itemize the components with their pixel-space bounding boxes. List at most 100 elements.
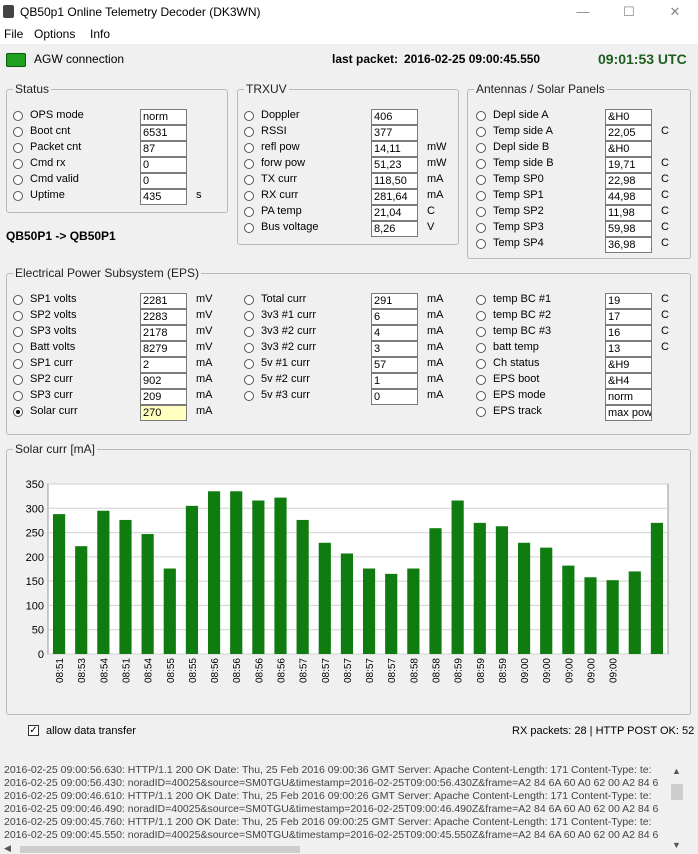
scroll-left-icon[interactable]: ◀: [4, 843, 11, 854]
scroll-thumb[interactable]: [671, 784, 683, 800]
radio-tx-curr[interactable]: [244, 175, 254, 185]
chart-bar: [97, 510, 110, 654]
close-button[interactable]: ✕: [652, 0, 698, 24]
eps-group: Electrical Power Subsystem (EPS) SP1 vol…: [6, 266, 691, 435]
radio-temp-side-a[interactable]: [476, 127, 486, 137]
radio-temp-sp4[interactable]: [476, 239, 486, 249]
radio-3v3-2-curr[interactable]: [244, 327, 254, 337]
vertical-scrollbar[interactable]: ▲ ▼: [668, 762, 686, 854]
field-label: Cmd valid: [30, 173, 79, 185]
field-value: 2281: [140, 293, 187, 309]
radio-sp3-volts[interactable]: [13, 327, 23, 337]
radio-depl-side-b[interactable]: [476, 143, 486, 153]
field-label: temp BC #3: [493, 325, 552, 337]
radio-cmd-rx[interactable]: [13, 159, 23, 169]
radio-batt-volts[interactable]: [13, 343, 23, 353]
radio-temp-sp3[interactable]: [476, 223, 486, 233]
radio-rssi[interactable]: [244, 127, 254, 137]
title-bar: QB50p1 Online Telemetry Decoder (DK3WN) …: [0, 0, 698, 24]
radio-sp3-curr[interactable]: [13, 391, 23, 401]
radio-temp-sp0[interactable]: [476, 175, 486, 185]
hscroll-thumb[interactable]: [20, 846, 300, 853]
y-tick-label: 0: [38, 649, 44, 661]
field-value: 209: [140, 389, 187, 405]
radio-sp1-curr[interactable]: [13, 359, 23, 369]
radio-temp-sp2[interactable]: [476, 207, 486, 217]
field-value: 8279: [140, 341, 187, 357]
horizontal-scrollbar[interactable]: ◀: [0, 843, 668, 854]
radio-eps-mode[interactable]: [476, 391, 486, 401]
field-label: RX curr: [261, 189, 299, 201]
scroll-up-icon[interactable]: ▲: [672, 766, 681, 776]
radio-doppler[interactable]: [244, 111, 254, 121]
radio-bus-voltage[interactable]: [244, 223, 254, 233]
field-value: 17: [605, 309, 652, 325]
menu-bar: File Options Info: [0, 24, 698, 44]
radio-ch-status[interactable]: [476, 359, 486, 369]
radio-temp-bc-2[interactable]: [476, 311, 486, 321]
radio-temp-bc-3[interactable]: [476, 327, 486, 337]
field-value: 1: [371, 373, 418, 389]
radio-cmd-valid[interactable]: [13, 175, 23, 185]
radio-sp2-volts[interactable]: [13, 311, 23, 321]
radio-temp-bc-1[interactable]: [476, 295, 486, 305]
menu-file[interactable]: File: [4, 27, 23, 41]
chart-bar: [517, 542, 531, 654]
radio-rx-curr[interactable]: [244, 191, 254, 201]
minimize-button[interactable]: —: [560, 0, 606, 24]
field-unit: mA: [196, 389, 213, 401]
radio-3v3-1-curr[interactable]: [244, 311, 254, 321]
field-label: PA temp: [261, 205, 302, 217]
allow-transfer-checkbox[interactable]: ✓: [28, 725, 39, 736]
field-unit: C: [661, 309, 669, 321]
radio-eps-boot[interactable]: [476, 375, 486, 385]
menu-info[interactable]: Info: [90, 27, 110, 41]
radio-5v-2-curr[interactable]: [244, 375, 254, 385]
x-tick-label: 08:58: [409, 658, 420, 683]
radio-uptime[interactable]: [13, 191, 23, 201]
radio-eps-track[interactable]: [476, 407, 486, 417]
chart-bar: [407, 568, 420, 654]
field-label: RSSI: [261, 125, 287, 137]
radio-sp1-volts[interactable]: [13, 295, 23, 305]
chart-bar: [230, 491, 243, 654]
radio-temp-side-b[interactable]: [476, 159, 486, 169]
radio-boot-cnt[interactable]: [13, 127, 23, 137]
radio-sp2-curr[interactable]: [13, 375, 23, 385]
radio-5v-1-curr[interactable]: [244, 359, 254, 369]
radio-depl-side-a[interactable]: [476, 111, 486, 121]
field-label: Ch status: [493, 357, 540, 369]
x-tick-label: 09:00: [609, 658, 620, 683]
field-label: 3v3 #2 curr: [261, 325, 317, 337]
maximize-button[interactable]: ☐: [606, 0, 652, 24]
field-value: norm: [140, 109, 187, 125]
radio-3v3-2-curr[interactable]: [244, 343, 254, 353]
field-unit: C: [661, 325, 669, 337]
route-label: QB50P1 -> QB50P1: [6, 229, 116, 243]
field-value: 0: [140, 173, 187, 189]
x-tick-label: 08:54: [144, 658, 155, 683]
chart-bar: [340, 553, 354, 654]
field-value: 2: [140, 357, 187, 373]
field-value: 59,98: [605, 221, 652, 237]
radio-solar-curr[interactable]: [13, 407, 23, 417]
radio-batt-temp[interactable]: [476, 343, 486, 353]
radio-packet-cnt[interactable]: [13, 143, 23, 153]
log-list[interactable]: 2016-02-25 09:00:56.630: HTTP/1.1 200 OK…: [0, 762, 668, 844]
radio-forw-pow[interactable]: [244, 159, 254, 169]
x-tick-label: 08:56: [210, 658, 221, 683]
scroll-down-icon[interactable]: ▼: [672, 840, 681, 850]
radio-total-curr[interactable]: [244, 295, 254, 305]
field-value: 14,11: [371, 141, 418, 157]
radio-temp-sp1[interactable]: [476, 191, 486, 201]
radio-5v-3-curr[interactable]: [244, 391, 254, 401]
radio-refl-pow[interactable]: [244, 143, 254, 153]
x-tick-label: 08:57: [299, 658, 310, 683]
radio-ops-mode[interactable]: [13, 111, 23, 121]
antennas-group: Antennas / Solar Panels Depl side A &H0 Te…: [467, 82, 691, 259]
field-label: SP2 curr: [30, 373, 73, 385]
radio-pa-temp[interactable]: [244, 207, 254, 217]
y-tick-label: 350: [26, 479, 44, 491]
menu-options[interactable]: Options: [34, 27, 75, 41]
x-tick-label: 08:58: [432, 658, 443, 683]
